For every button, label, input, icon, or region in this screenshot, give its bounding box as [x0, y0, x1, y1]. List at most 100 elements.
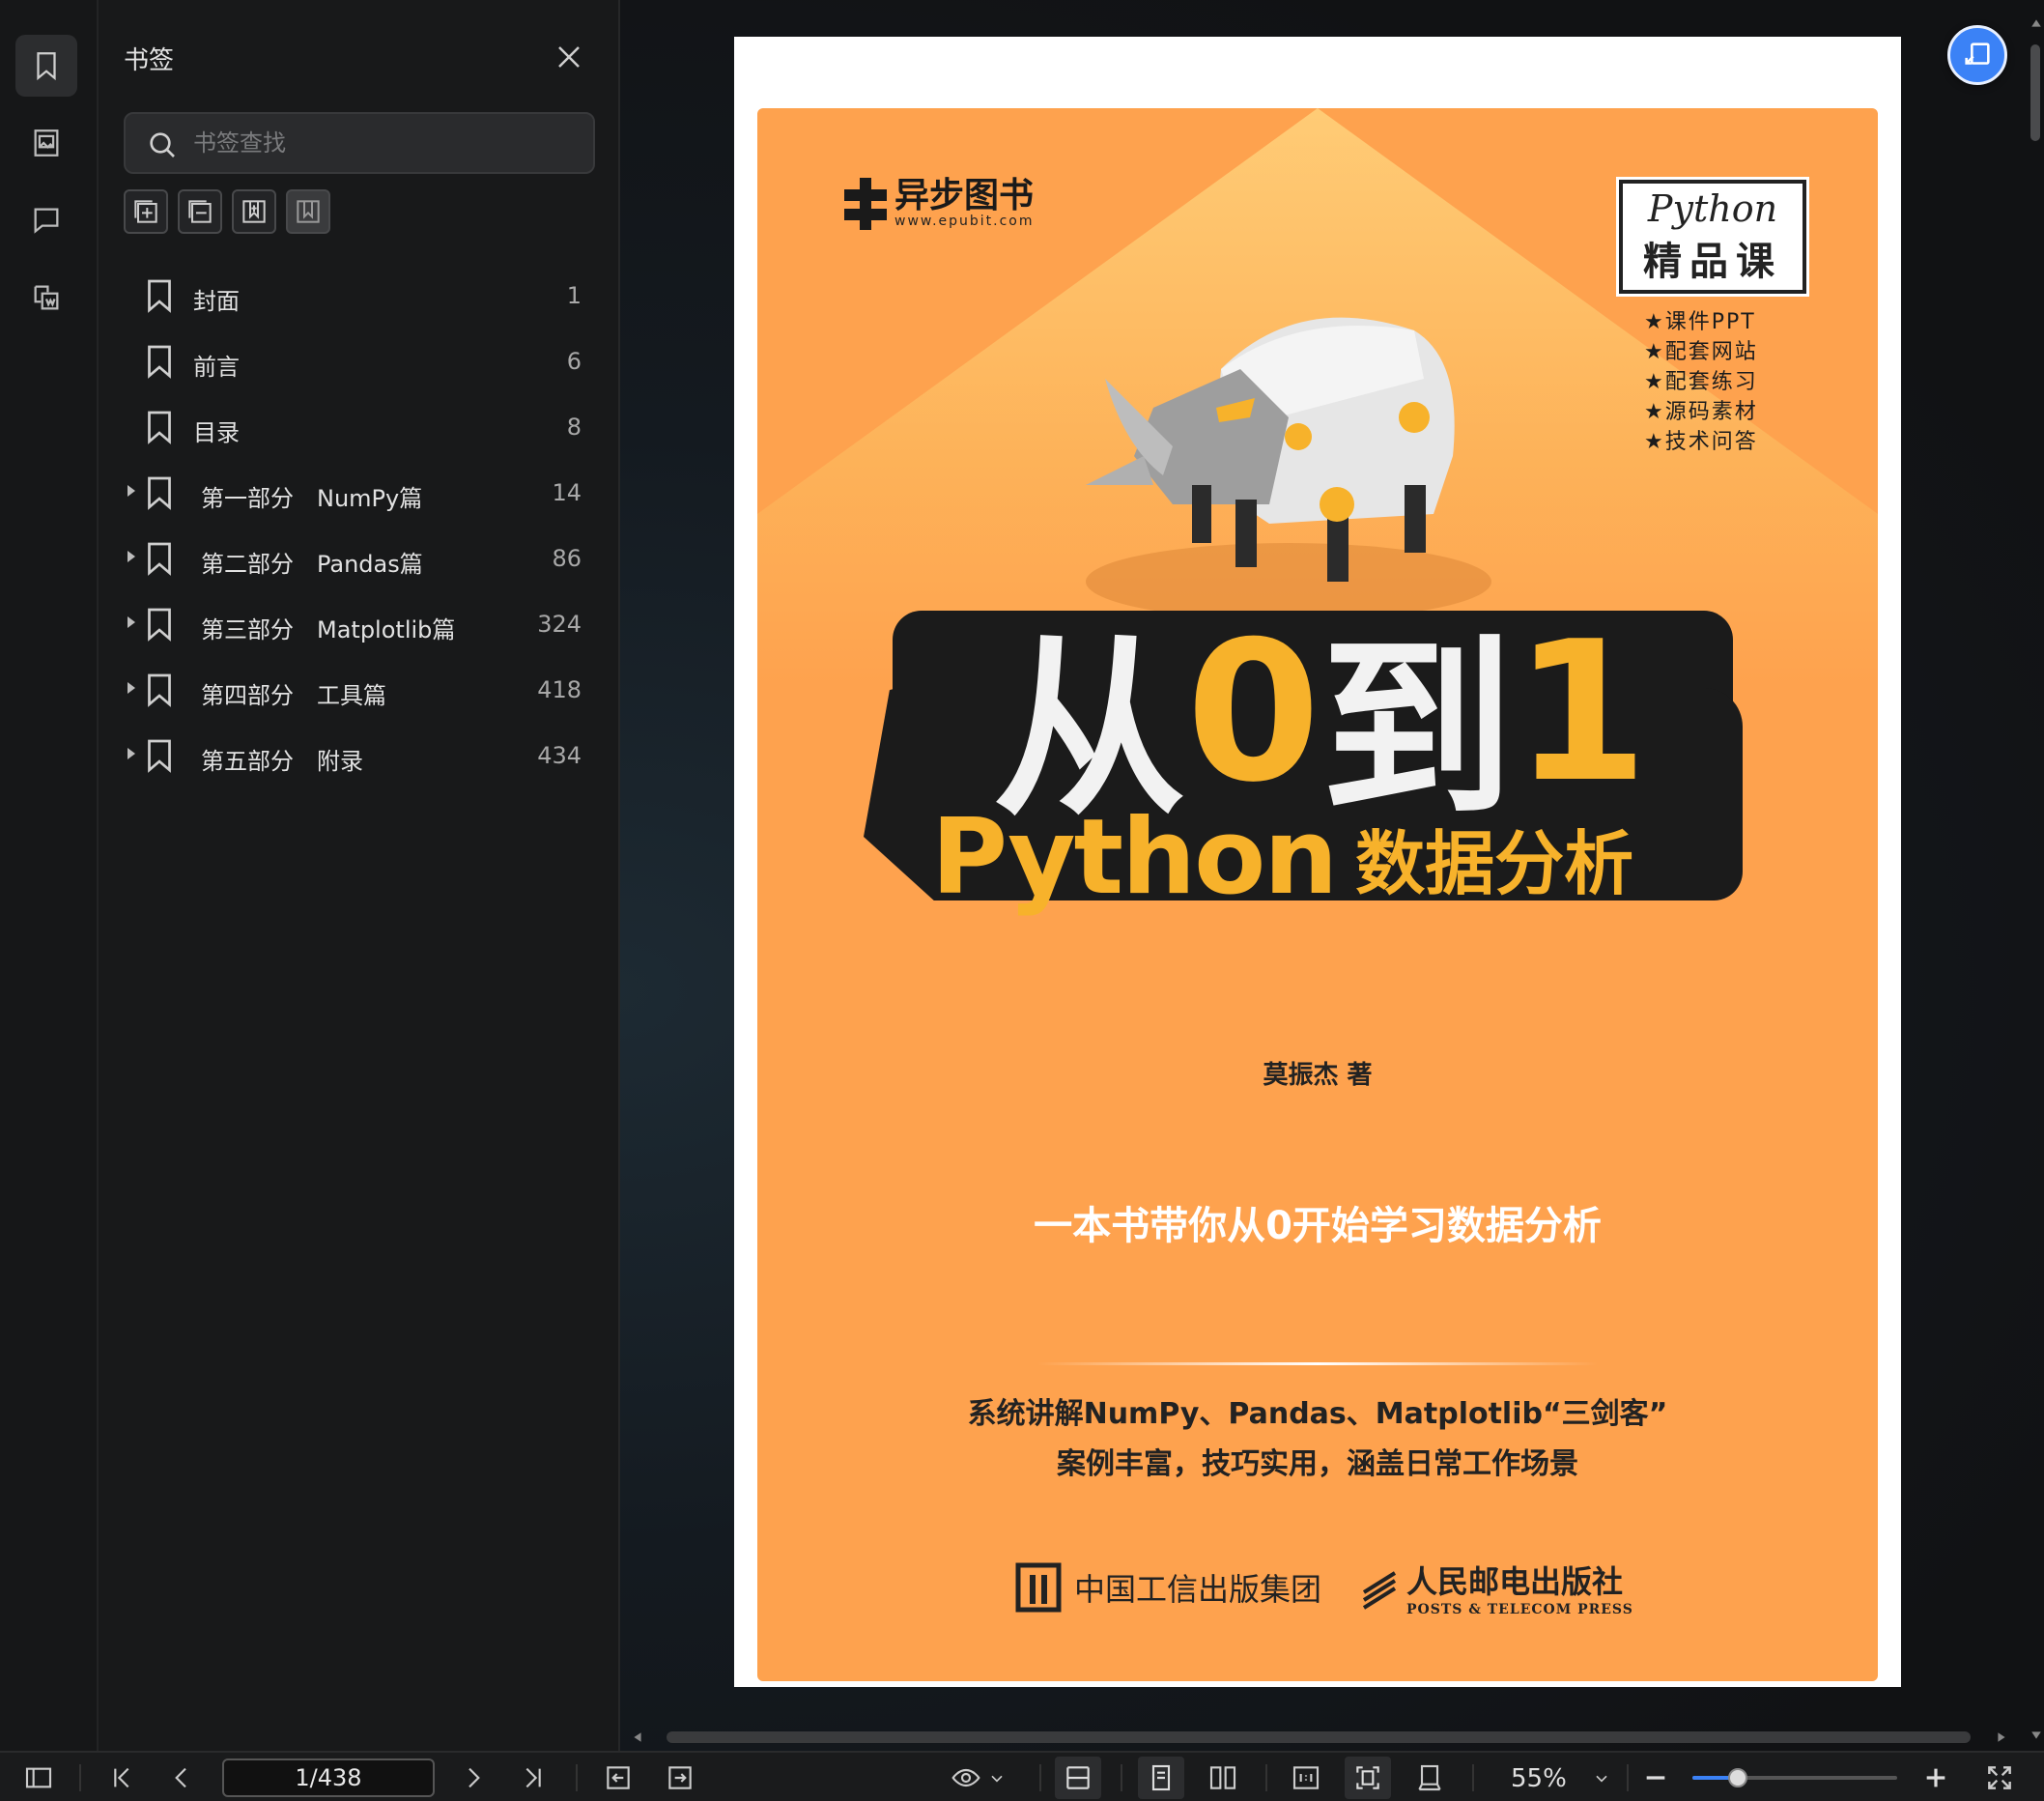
history-back-icon[interactable]	[603, 1762, 634, 1793]
publisher-press-cn: 人民邮电出版社	[1406, 1563, 1624, 1600]
horizontal-scroll-thumb[interactable]	[667, 1731, 1971, 1743]
expand-all-button[interactable]	[124, 189, 168, 234]
course-badge-en: Python	[1647, 187, 1778, 230]
bookmark-item[interactable]: 前言 6	[99, 329, 620, 394]
bookmark-item[interactable]: 第四部分 工具篇 418	[99, 657, 620, 723]
fullscreen-icon[interactable]	[1984, 1762, 2015, 1793]
expand-arrow-icon[interactable]	[128, 551, 135, 562]
zoom-slider[interactable]	[1692, 1768, 1897, 1787]
posts-telecom-logo-icon	[1362, 1571, 1397, 1610]
expand-arrow-icon[interactable]	[128, 748, 135, 759]
attachment-panel-button[interactable]	[15, 267, 77, 329]
bookmark-label: 目录	[193, 419, 240, 446]
page-number-input[interactable]	[222, 1758, 435, 1797]
comment-panel-button[interactable]	[15, 189, 77, 251]
bottom-toolbar: 55%	[0, 1751, 2044, 1801]
history-forward-icon[interactable]	[665, 1762, 696, 1793]
rotate-page-icon[interactable]	[1414, 1762, 1445, 1793]
feature-item: ★配套练习	[1644, 370, 1758, 394]
bookmark-item[interactable]: 第三部分 Matplotlib篇 324	[99, 591, 620, 657]
chevron-down-icon[interactable]	[987, 1762, 1007, 1793]
book-title: 从 0 到 1	[902, 600, 1733, 843]
comment-icon	[34, 208, 59, 234]
book-subtitle: Python 数据分析	[931, 797, 1743, 918]
bookmark-tools	[124, 189, 330, 234]
bookmark-label: 前言	[193, 354, 240, 381]
scroll-down-arrow-icon[interactable]	[2030, 1730, 2042, 1741]
scroll-up-arrow-icon[interactable]	[2030, 17, 2042, 29]
last-page-icon[interactable]	[518, 1762, 549, 1793]
bookmark-outline-icon	[297, 200, 320, 223]
publisher-brand: 异步图书	[894, 176, 1035, 215]
book-description-line2: 案例丰富，技巧实用，涵盖日常工作场景	[1057, 1447, 1578, 1481]
course-badge-cn: 精品课	[1643, 240, 1782, 284]
bookmark-item[interactable]: 封面 1	[99, 263, 620, 329]
bookmark-page-number: 418	[537, 676, 582, 703]
thumbnail-panel-button[interactable]	[15, 112, 77, 174]
document-convert-icon	[1965, 43, 1990, 65]
publisher-footer: 中国工信出版集团 人民邮电出版社 POSTS & TELECOM PRESS	[1014, 1558, 1633, 1617]
bookmark-icon	[148, 542, 171, 576]
vertical-scroll-thumb[interactable]	[2030, 44, 2040, 141]
bookmark-panel-button[interactable]	[15, 35, 77, 97]
document-copy-icon	[34, 285, 59, 310]
read-mode-eye-icon[interactable]	[951, 1762, 981, 1793]
bookmark-page-number: 434	[537, 742, 582, 769]
actual-size-icon[interactable]	[1291, 1762, 1321, 1793]
bookmark-search-input[interactable]	[193, 124, 580, 162]
double-page-icon[interactable]	[1207, 1762, 1238, 1793]
search-icon	[150, 132, 175, 157]
previous-page-icon[interactable]	[166, 1762, 197, 1793]
expand-all-icon	[134, 200, 157, 223]
collapse-all-button[interactable]	[178, 189, 222, 234]
bookmark-current-button[interactable]	[286, 189, 330, 234]
bookmark-page-number: 86	[552, 545, 582, 572]
toggle-sidebar-icon[interactable]	[23, 1762, 54, 1793]
floating-action-button[interactable]	[1947, 25, 2007, 85]
bookmark-icon	[148, 608, 171, 642]
fit-page-button[interactable]	[1345, 1757, 1391, 1799]
feature-item: ★配套网站	[1644, 340, 1758, 364]
bookmark-page-number: 8	[566, 414, 582, 441]
bookmark-item[interactable]: 第五部分 附录 434	[99, 723, 620, 788]
title-zero: 0	[1185, 599, 1320, 825]
feature-item: ★课件PPT	[1644, 310, 1756, 334]
title-one: 1	[1514, 599, 1648, 825]
expand-arrow-icon[interactable]	[128, 616, 135, 628]
zoom-level[interactable]: 55%	[1511, 1764, 1567, 1793]
close-icon[interactable]	[554, 43, 583, 71]
book-cover: 异步图书 www.epubit.com Python 精品课 ★课件PPT ★配…	[757, 108, 1878, 1681]
left-icon-rail	[0, 0, 99, 1751]
next-page-icon[interactable]	[458, 1762, 489, 1793]
zoom-dropdown-chevron-icon[interactable]	[1592, 1762, 1611, 1793]
add-bookmark-button[interactable]	[232, 189, 276, 234]
document-viewer[interactable]: 异步图书 www.epubit.com Python 精品课 ★课件PPT ★配…	[620, 0, 2044, 1751]
toolbar-separator	[79, 1764, 81, 1791]
fit-page-icon	[1356, 1766, 1379, 1789]
expand-arrow-icon[interactable]	[128, 485, 135, 497]
bookmark-list: 封面 1 前言 6 目录 8 第一部分 NumPy篇 14 第二部分 Panda…	[99, 263, 620, 788]
horizontal-scrollbar[interactable]	[632, 1728, 2023, 1747]
bookmark-page-number: 14	[552, 479, 582, 506]
publisher-logo: 异步图书 www.epubit.com	[844, 178, 1035, 230]
scroll-left-arrow-icon[interactable]	[632, 1731, 643, 1743]
single-page-button[interactable]	[1138, 1757, 1184, 1799]
bookmark-panel: 书签 封面 1 前言 6 目录 8	[99, 0, 620, 1751]
bookmark-item[interactable]: 第二部分 Pandas篇 86	[99, 526, 620, 591]
bookmark-icon	[148, 279, 171, 313]
fit-width-button[interactable]	[1055, 1757, 1101, 1799]
zoom-in-icon[interactable]	[1920, 1762, 1951, 1793]
zoom-slider-knob[interactable]	[1727, 1768, 1747, 1787]
bookmark-label: 第四部分 工具篇	[201, 682, 386, 709]
bookmark-label: 第二部分 Pandas篇	[201, 551, 423, 578]
bookmark-icon	[148, 739, 171, 773]
expand-arrow-icon[interactable]	[128, 682, 135, 694]
scroll-right-arrow-icon[interactable]	[1996, 1731, 2007, 1743]
bookmark-item[interactable]: 第一部分 NumPy篇 14	[99, 460, 620, 526]
bookmark-icon	[148, 673, 171, 707]
bookmark-item[interactable]: 目录 8	[99, 394, 620, 460]
first-page-icon[interactable]	[106, 1762, 137, 1793]
publisher-url: www.epubit.com	[894, 214, 1035, 229]
zoom-out-icon[interactable]	[1640, 1762, 1671, 1793]
vertical-scrollbar[interactable]	[2025, 0, 2044, 1751]
